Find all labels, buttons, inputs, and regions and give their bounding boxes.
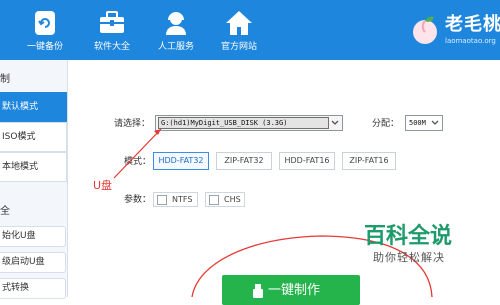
annotation-usb-label: U盘 — [93, 179, 113, 192]
one-click-make-button[interactable]: 一键制作 — [222, 275, 360, 305]
watermark-title: 百科全说 — [364, 224, 453, 249]
usb-icon — [253, 284, 263, 298]
watermark-subtitle: 助你轻松解决 — [373, 251, 445, 264]
